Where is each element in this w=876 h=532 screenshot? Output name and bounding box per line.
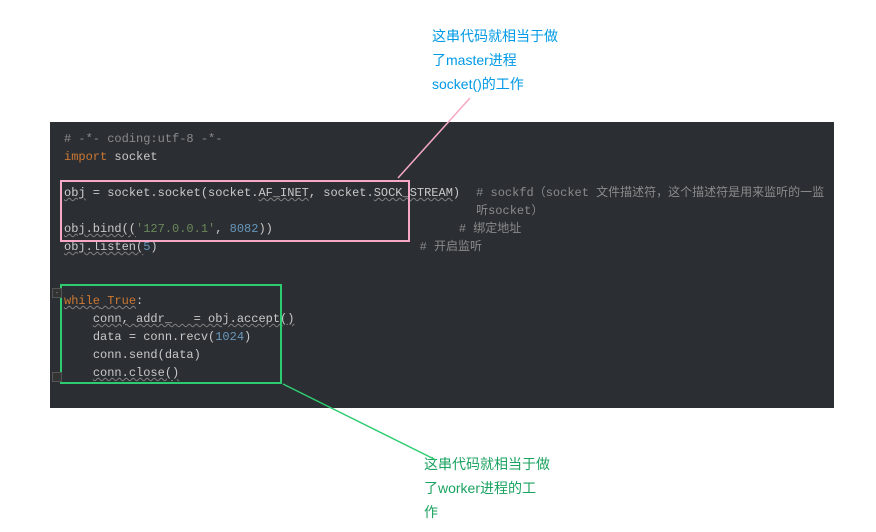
annotation-bottom: 这串代码就相当于做 了worker进程的工 作	[424, 452, 604, 524]
code-comment-right: # 开启监听	[420, 238, 482, 256]
code-line: conn, addr_ = obj.accept()	[50, 310, 834, 328]
code-line: obj.listen(5) # 开启监听	[50, 238, 834, 256]
code-line: conn.send(data)	[50, 346, 834, 364]
annotation-bottom-line: 这串代码就相当于做	[424, 452, 604, 476]
fold-marker-icon[interactable]	[52, 372, 62, 382]
code-comment-right: # 绑定地址	[459, 220, 521, 238]
code-line: conn.close()	[50, 364, 834, 382]
fold-marker-icon[interactable]: -	[52, 288, 62, 298]
annotation-top-line: socket()的工作	[432, 72, 612, 96]
code-line: obj.bind(('127.0.0.1', 8082)) # 绑定地址	[50, 220, 834, 238]
code-editor[interactable]: # -*- coding:utf-8 -*- import socket obj…	[50, 122, 834, 408]
annotation-bottom-line: 作	[424, 500, 604, 524]
annotation-top-line: 这串代码就相当于做	[432, 24, 612, 48]
code-line: obj = socket.socket(socket.AF_INET, sock…	[50, 184, 834, 220]
code-comment: # -*- coding:utf-8 -*-	[60, 130, 222, 148]
code-line: while True:	[50, 292, 834, 310]
code-line: data = conn.recv(1024)	[50, 328, 834, 346]
code-comment-right: # sockfd（socket 文件描述符，这个描述符是用来监听的一监听sock…	[476, 184, 834, 220]
code-line: import socket	[60, 148, 158, 166]
annotation-top: 这串代码就相当于做 了master进程 socket()的工作	[432, 24, 612, 96]
annotation-bottom-line: 了worker进程的工	[424, 476, 604, 500]
annotation-top-line: 了master进程	[432, 48, 612, 72]
